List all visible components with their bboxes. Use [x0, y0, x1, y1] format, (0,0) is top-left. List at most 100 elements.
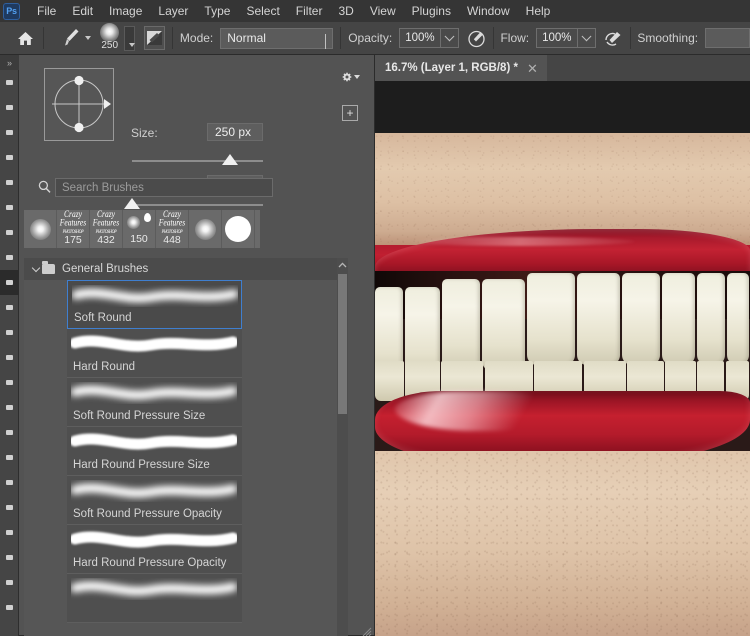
menu-item-layer[interactable]: Layer [150, 2, 196, 20]
type-tool-icon[interactable] [0, 470, 19, 495]
brush-thumbnail-drop [144, 213, 151, 222]
brush-stroke-thumbnail [69, 529, 239, 551]
brush-list-item[interactable]: Hard Round [67, 329, 242, 378]
brush-presets-strip: Crazy Features PHOTOSHOP 175 Crazy Features… [24, 209, 260, 248]
document-tab-bar: 16.7% (Layer 1, RGB/8) * ✕ [375, 55, 750, 81]
brush-tool-icon[interactable] [63, 25, 92, 51]
menu-item-view[interactable]: View [362, 2, 404, 20]
pen-tool-icon[interactable] [0, 445, 19, 470]
zoom-tool-icon[interactable] [0, 570, 19, 595]
expand-panels-icon[interactable]: » [0, 55, 19, 70]
dodge-tool-icon[interactable] [0, 420, 19, 445]
brush-preset-3[interactable]: Crazy Features PHOTOSHOP 432 [90, 209, 123, 248]
brush-tip-angle-roundness-control[interactable] [44, 68, 114, 141]
hardness-slider-track[interactable] [132, 204, 263, 206]
brush-preset-label: 150 [130, 233, 148, 245]
panel-resize-grip[interactable] [362, 624, 372, 636]
menu-item-select[interactable]: Select [238, 2, 287, 20]
history-brush-tool-icon[interactable] [0, 320, 19, 345]
brush-preset-5[interactable]: Crazy Features PHOTOSHOP 448 [156, 209, 189, 248]
brush-list-scrollbar[interactable] [337, 258, 348, 636]
foreground-background-color-icon[interactable] [0, 595, 19, 620]
size-slider-thumb[interactable] [222, 154, 239, 165]
new-brush-icon[interactable]: + [342, 105, 358, 121]
brush-preset-6[interactable] [189, 210, 222, 248]
chevron-down-icon[interactable] [31, 263, 41, 272]
menu-item-window[interactable]: Window [459, 2, 518, 20]
lasso-tool-icon[interactable] [0, 120, 19, 145]
brush-preset-2[interactable]: Crazy Features PHOTOSHOP 175 [57, 209, 90, 248]
blend-mode-select[interactable]: Normal [220, 27, 334, 49]
brush-list-item-label: Soft Round Pressure Opacity [73, 508, 222, 520]
airbrush-icon[interactable] [604, 27, 623, 49]
smoothing-input[interactable] [705, 28, 750, 48]
document-tab[interactable]: 16.7% (Layer 1, RGB/8) * ✕ [375, 55, 547, 81]
opacity-value[interactable]: 100% [399, 28, 441, 48]
chevron-up-icon[interactable] [337, 258, 348, 272]
home-icon[interactable] [15, 25, 36, 51]
brush-list-item[interactable]: Soft Round Pressure Opacity [67, 476, 242, 525]
gear-icon[interactable] [342, 69, 360, 85]
brush-list-item[interactable]: Soft Round [67, 280, 242, 329]
eraser-tool-icon[interactable] [0, 345, 19, 370]
brush-preset-4[interactable]: 150 [123, 210, 156, 248]
shape-tool-icon[interactable] [0, 520, 19, 545]
menu-item-3d[interactable]: 3D [330, 2, 361, 20]
brush-list-item[interactable]: Hard Round Pressure Size [67, 427, 242, 476]
eyedropper-tool-icon[interactable] [0, 220, 19, 245]
soft-round-thumbnail [29, 218, 51, 240]
brush-tool-icon[interactable] [0, 270, 19, 295]
image-region-chin [375, 451, 750, 636]
search-brushes-input[interactable]: Search Brushes [55, 178, 273, 197]
brush-list-item[interactable] [67, 574, 242, 623]
brush-list-item-label: Hard Round Pressure Opacity [73, 557, 227, 569]
hand-tool-icon[interactable] [0, 545, 19, 570]
marquee-tool-icon[interactable] [0, 95, 19, 120]
brush-list-item[interactable]: Hard Round Pressure Opacity [67, 525, 242, 574]
object-select-tool-icon[interactable] [0, 145, 19, 170]
flow-value[interactable]: 100% [536, 28, 578, 48]
menu-items: File Edit Image Layer Type Select Filter 3D View… [29, 2, 558, 20]
flow-stepper[interactable] [577, 28, 596, 48]
scrollbar-thumb[interactable] [338, 274, 347, 414]
brush-group-header[interactable]: General Brushes [24, 258, 343, 280]
brush-preset-picker-dropdown[interactable] [124, 25, 136, 51]
menu-item-filter[interactable]: Filter [288, 2, 331, 20]
path-selection-tool-icon[interactable] [0, 495, 19, 520]
brush-stroke-thumbnail [70, 480, 238, 502]
size-value-field[interactable]: 250 px [207, 123, 263, 141]
move-tool-icon[interactable] [0, 70, 19, 95]
brush-settings-panel-toggle[interactable] [144, 26, 166, 50]
menu-item-help[interactable]: Help [518, 2, 559, 20]
flow-control[interactable]: 100% [536, 28, 596, 48]
hardness-slider-thumb[interactable] [124, 198, 140, 209]
crop-tool-icon[interactable] [0, 170, 19, 195]
photoshop-logo-icon: Ps [3, 2, 20, 20]
close-icon[interactable]: ✕ [527, 62, 538, 75]
menu-item-image[interactable]: Image [101, 2, 150, 20]
brush-list-item[interactable]: Soft Round Pressure Size [67, 378, 242, 427]
tooth [726, 273, 749, 365]
menu-item-edit[interactable]: Edit [64, 2, 101, 20]
menu-item-file[interactable]: File [29, 2, 64, 20]
gradient-tool-icon[interactable] [0, 370, 19, 395]
opacity-stepper[interactable] [440, 28, 459, 48]
menu-item-type[interactable]: Type [196, 2, 238, 20]
blur-tool-icon[interactable] [0, 395, 19, 420]
brush-list[interactable]: Soft Round Hard Round Soft Round Pressure … [24, 280, 343, 636]
menu-item-plugins[interactable]: Plugins [404, 2, 459, 20]
clone-stamp-tool-icon[interactable] [0, 295, 19, 320]
brush-size-preview[interactable]: 250 [97, 22, 122, 54]
pressure-opacity-icon[interactable] [467, 27, 486, 49]
menu-bar: Ps File Edit Image Layer Type Select Filter 3D V… [0, 0, 750, 22]
brush-preset-1[interactable] [24, 210, 57, 248]
smoothing-label: Smoothing: [637, 31, 699, 45]
brush-preset-7[interactable] [222, 210, 255, 248]
image-region-upper-skin [375, 133, 750, 245]
frame-tool-icon[interactable] [0, 195, 19, 220]
size-slider-track[interactable] [132, 160, 263, 162]
healing-brush-tool-icon[interactable] [0, 245, 19, 270]
opacity-control[interactable]: 100% [399, 28, 459, 48]
brush-tool-chevron-down-icon[interactable] [85, 36, 92, 40]
canvas-area[interactable] [375, 81, 750, 636]
